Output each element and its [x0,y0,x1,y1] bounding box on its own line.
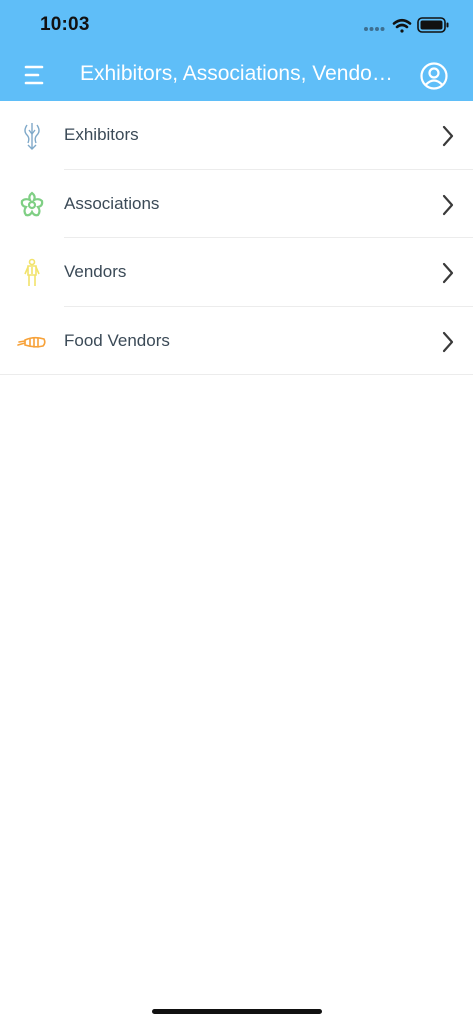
profile-button[interactable] [419,61,449,91]
home-indicator [152,1009,322,1014]
list-item-exhibitors[interactable]: Exhibitors [0,101,473,170]
chevron-right-icon [441,331,455,353]
list-item-vendors[interactable]: Vendors [0,238,473,307]
category-list: Exhibitors Associations Vendors Food Ven… [0,101,473,375]
flower-icon [16,190,48,220]
dragon-emblem-icon [16,121,48,151]
list-item-associations[interactable]: Associations [0,170,473,238]
list-item-label: Vendors [64,262,127,281]
list-item-label: Food Vendors [64,330,170,350]
figure-icon [16,258,48,288]
cellular-signal-icon [364,27,385,31]
divider [0,374,473,375]
list-item-label: Associations [64,193,160,213]
hamburger-icon [24,65,44,85]
nav-bar: Exhibitors, Associations, Vendors, Food … [0,50,473,100]
status-time: 10:03 [40,14,90,35]
wifi-icon [392,18,412,33]
list-item-label: Exhibitors [64,125,139,144]
menu-button[interactable] [18,60,50,90]
chevron-right-icon [441,262,455,284]
list-item-food-vendors[interactable]: Food Vendors [0,307,473,375]
user-circle-icon [420,62,448,90]
status-icons [363,16,449,36]
battery-icon [417,17,449,33]
chevron-right-icon [441,194,455,216]
header: 10:03 Exhibitors, Associations, Vendors, [0,0,473,101]
app-screen: 10:03 Exhibitors, Associations, Vendors,… [0,0,473,1024]
shrimp-icon [16,327,48,357]
chevron-right-icon [441,125,455,147]
page-title: Exhibitors, Associations, Vendors, Food … [80,62,398,85]
